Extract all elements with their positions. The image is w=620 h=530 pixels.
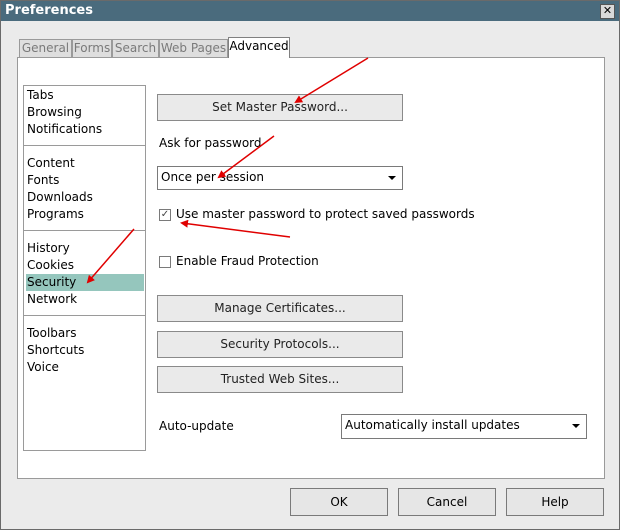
auto-update-value: Automatically install updates xyxy=(345,418,520,432)
ask-for-password-select[interactable]: Once per session xyxy=(157,166,403,190)
tab-search[interactable]: Search xyxy=(112,39,159,57)
ask-for-password-label: Ask for password xyxy=(159,136,262,150)
preferences-dialog: Preferences ✕ General Forms Search Web P… xyxy=(0,0,620,530)
sidebar-item-notifications[interactable]: Notifications xyxy=(26,121,144,138)
chevron-down-icon xyxy=(572,424,580,428)
sidebar-item-network[interactable]: Network xyxy=(26,291,144,308)
sidebar-item-content[interactable]: Content xyxy=(26,155,144,172)
trusted-web-sites-button[interactable]: Trusted Web Sites... xyxy=(157,366,403,393)
window-title: Preferences xyxy=(5,3,93,18)
close-button[interactable]: ✕ xyxy=(600,4,615,19)
set-master-password-button[interactable]: Set Master Password... xyxy=(157,94,403,121)
enable-fraud-protection-label[interactable]: Enable Fraud Protection xyxy=(176,254,319,268)
enable-fraud-protection-checkbox[interactable] xyxy=(159,256,171,268)
title-bar[interactable]: Preferences ✕ xyxy=(1,1,619,21)
category-sidebar: Tabs Browsing Notifications Content Font… xyxy=(23,85,146,451)
sidebar-divider xyxy=(24,230,145,231)
help-button[interactable]: Help xyxy=(506,488,604,516)
sidebar-divider xyxy=(24,145,145,146)
use-master-password-label[interactable]: Use master password to protect saved pas… xyxy=(176,207,475,221)
auto-update-label: Auto-update xyxy=(159,419,234,433)
sidebar-item-history[interactable]: History xyxy=(26,240,144,257)
tab-web-pages[interactable]: Web Pages xyxy=(159,39,228,57)
sidebar-item-cookies[interactable]: Cookies xyxy=(26,257,144,274)
sidebar-item-security[interactable]: Security xyxy=(26,274,144,291)
chevron-down-icon xyxy=(388,176,396,180)
sidebar-item-browsing[interactable]: Browsing xyxy=(26,104,144,121)
sidebar-item-voice[interactable]: Voice xyxy=(26,359,144,376)
tab-general[interactable]: General xyxy=(19,39,72,57)
security-protocols-button[interactable]: Security Protocols... xyxy=(157,331,403,358)
ok-button[interactable]: OK xyxy=(290,488,388,516)
sidebar-item-toolbars[interactable]: Toolbars xyxy=(26,325,144,342)
sidebar-item-tabs[interactable]: Tabs xyxy=(26,87,144,104)
advanced-panel: Tabs Browsing Notifications Content Font… xyxy=(17,57,605,479)
sidebar-item-programs[interactable]: Programs xyxy=(26,206,144,223)
sidebar-divider xyxy=(24,315,145,316)
sidebar-item-downloads[interactable]: Downloads xyxy=(26,189,144,206)
tab-advanced[interactable]: Advanced xyxy=(228,37,290,58)
cancel-button[interactable]: Cancel xyxy=(398,488,496,516)
ask-for-password-value: Once per session xyxy=(161,170,265,184)
tab-forms[interactable]: Forms xyxy=(72,39,112,57)
auto-update-select[interactable]: Automatically install updates xyxy=(341,414,587,439)
manage-certificates-button[interactable]: Manage Certificates... xyxy=(157,295,403,322)
sidebar-item-fonts[interactable]: Fonts xyxy=(26,172,144,189)
use-master-password-checkbox[interactable]: ✓ xyxy=(159,209,171,221)
sidebar-item-shortcuts[interactable]: Shortcuts xyxy=(26,342,144,359)
